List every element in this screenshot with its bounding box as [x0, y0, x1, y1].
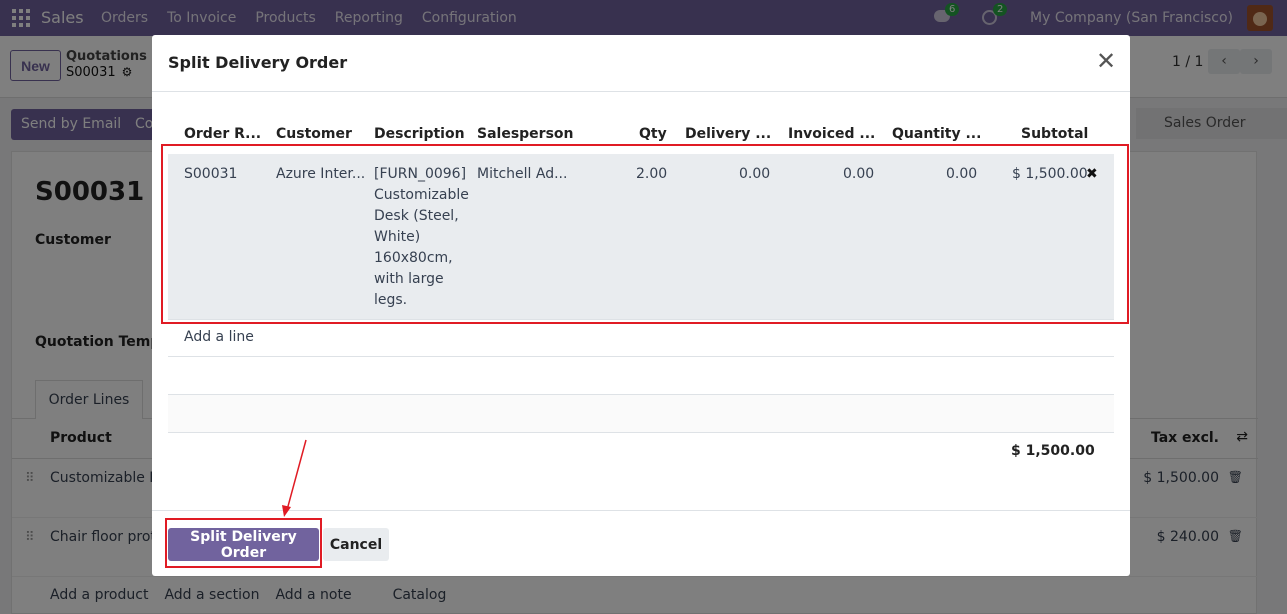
col-customer[interactable]: Customer [276, 126, 352, 142]
empty-row [168, 395, 1114, 433]
col-invoiced[interactable]: Invoiced ... [788, 126, 875, 142]
dialog-title: Split Delivery Order [168, 53, 348, 72]
col-salesperson[interactable]: Salesperson [477, 126, 574, 142]
dialog-header: Split Delivery Order ✕ [152, 35, 1130, 92]
col-delivered[interactable]: Delivery ... [685, 126, 771, 142]
highlight-box-button [165, 518, 322, 568]
cancel-button[interactable]: Cancel [323, 528, 389, 561]
col-order-ref[interactable]: Order R... [184, 126, 261, 142]
total-amount: $ 1,500.00 [1011, 443, 1095, 459]
col-quantity[interactable]: Quantity ... [892, 126, 981, 142]
add-line-link[interactable]: Add a line [184, 329, 254, 345]
highlight-box-row [161, 144, 1129, 324]
empty-row [168, 357, 1114, 395]
col-qty[interactable]: Qty [639, 126, 667, 142]
col-description[interactable]: Description [374, 126, 465, 142]
close-icon[interactable]: ✕ [1096, 49, 1116, 73]
col-subtotal[interactable]: Subtotal [1021, 126, 1088, 142]
row-divider [168, 432, 1114, 433]
